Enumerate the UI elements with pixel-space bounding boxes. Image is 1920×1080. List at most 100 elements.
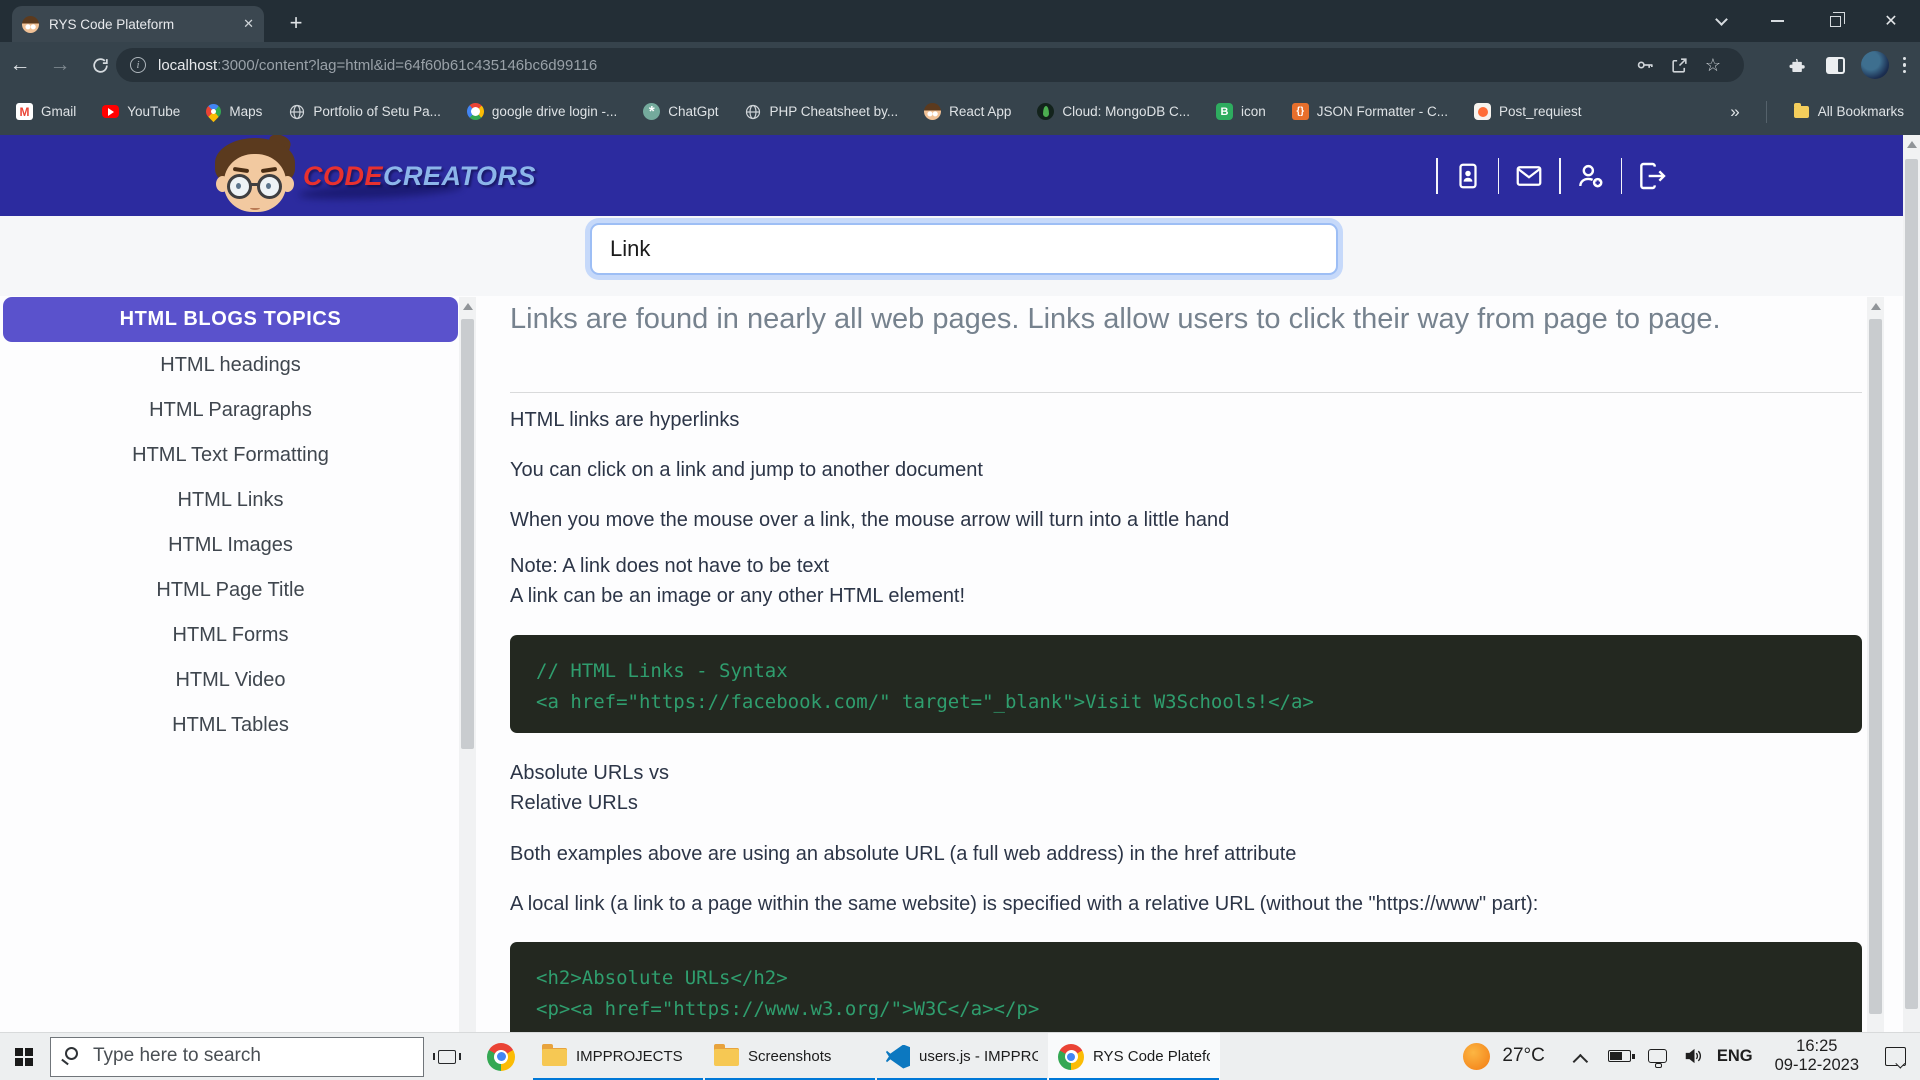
codecreators-logo-icon[interactable] [207, 138, 303, 216]
bookmark-json-formatter[interactable]: {} JSON Formatter - C... [1292, 103, 1448, 120]
new-tab-button[interactable]: + [282, 10, 310, 38]
paragraph-local-link: A local link (a link to a page within th… [510, 889, 1840, 919]
sidebar-scrollbar[interactable] [459, 297, 476, 1032]
paragraph-hyperlinks: HTML links are hyperlinks [510, 405, 1840, 435]
paragraph-absolute-url: Both examples above are using an absolut… [510, 839, 1840, 869]
globe-icon [288, 103, 305, 120]
tab-search-chevron-icon[interactable] [1698, 0, 1744, 42]
browser-tab[interactable]: RYS Code Plateform ✕ [12, 6, 264, 42]
site-logo-text[interactable]: CODECREATORS [303, 161, 536, 192]
window-close-button[interactable]: ✕ [1868, 0, 1914, 42]
reload-button[interactable] [80, 56, 120, 75]
taskbar-chrome-button[interactable] [470, 1033, 532, 1080]
url-path: :3000/content?lag=html&id=64f60b61c43514… [217, 57, 597, 74]
react-face-icon [924, 103, 941, 120]
bookmark-gmail[interactable]: M Gmail [16, 103, 76, 120]
browser-scrollbar[interactable] [1903, 135, 1920, 1032]
code-block-syntax: // HTML Links - Syntax <a href="https://… [510, 635, 1862, 733]
taskbar-tile-rys-code[interactable]: RYS Code Platefor... [1048, 1033, 1220, 1080]
header-separator [1498, 158, 1500, 194]
tab-close-icon[interactable]: ✕ [243, 16, 254, 32]
sidebar-item-html-headings[interactable]: HTML headings [3, 343, 458, 388]
sidebar-item-html-paragraphs[interactable]: HTML Paragraphs [3, 388, 458, 433]
globe-icon [745, 103, 762, 120]
search-icon [65, 1047, 78, 1060]
side-panel-icon[interactable] [1817, 57, 1855, 74]
code-line: <p><a href="https://www.google.com/">Goo… [536, 1025, 1836, 1032]
window-minimize-button[interactable] [1754, 0, 1800, 42]
bookmark-php-cheatsheet[interactable]: PHP Cheatsheet by... [745, 103, 899, 120]
page-body: HTML BLOGS TOPICS HTML headings HTML Par… [0, 295, 1920, 1032]
camera-icon[interactable] [1648, 1049, 1667, 1063]
code-block-absolute-urls: <h2>Absolute URLs</h2> <p><a href="https… [510, 942, 1862, 1032]
tray-chevron-up-icon[interactable] [1572, 1053, 1588, 1069]
bookmark-icon-site[interactable]: B icon [1216, 103, 1266, 120]
forward-button[interactable]: → [40, 53, 80, 77]
sidebar-item-html-video[interactable]: HTML Video [3, 658, 458, 703]
sidebar-item-html-text-formatting[interactable]: HTML Text Formatting [3, 433, 458, 478]
all-bookmarks-button[interactable]: All Bookmarks [1793, 103, 1904, 120]
sidebar-title: HTML BLOGS TOPICS [3, 297, 458, 342]
mail-icon[interactable] [1501, 161, 1557, 191]
site-info-icon[interactable]: i [130, 57, 146, 73]
task-view-button[interactable] [424, 1033, 470, 1080]
site-search-input[interactable] [590, 223, 1338, 275]
sidebar-item-html-links[interactable]: HTML Links [3, 478, 458, 523]
scroll-up-icon[interactable] [1907, 141, 1917, 148]
sidebar-item-html-tables[interactable]: HTML Tables [3, 703, 458, 748]
content-scrollbar[interactable] [1867, 297, 1884, 1032]
header-separator [1621, 158, 1623, 194]
profile-document-icon[interactable] [1440, 161, 1496, 191]
google-icon [467, 103, 484, 120]
header-separator [1436, 158, 1438, 194]
share-icon[interactable] [1662, 56, 1696, 75]
bookmark-youtube[interactable]: YouTube [102, 104, 180, 119]
postman-icon [1474, 103, 1491, 120]
browser-menu-icon[interactable] [1903, 57, 1907, 74]
profile-avatar[interactable] [1861, 51, 1889, 79]
battery-icon[interactable] [1608, 1050, 1631, 1062]
code-line: // HTML Links - Syntax [536, 656, 1836, 687]
start-button[interactable] [0, 1033, 48, 1080]
logout-icon[interactable] [1624, 160, 1680, 192]
code-line: <a href="https://facebook.com/" target="… [536, 687, 1836, 718]
bookmark-chatgpt[interactable]: * ChatGpt [643, 103, 718, 120]
sidebar-item-html-page-title[interactable]: HTML Page Title [3, 568, 458, 613]
paragraph-click-jump: You can click on a link and jump to anot… [510, 455, 1840, 485]
bookmark-portfolio[interactable]: Portfolio of Setu Pa... [288, 103, 441, 120]
bookmark-mongodb[interactable]: Cloud: MongoDB C... [1037, 103, 1190, 120]
bookmarks-overflow-chevron[interactable]: » [1730, 102, 1739, 122]
bookmarks-divider [1766, 101, 1767, 123]
window-restore-button[interactable] [1812, 0, 1858, 42]
taskbar-search[interactable] [50, 1037, 424, 1077]
speaker-icon[interactable] [1683, 1047, 1703, 1065]
taskbar-search-input[interactable] [93, 1038, 413, 1075]
taskbar-tile-screenshots[interactable]: Screenshots [704, 1033, 876, 1080]
taskbar-tile-impprojects[interactable]: IMPPROJECTS [532, 1033, 704, 1080]
taskbar-tile-vscode[interactable]: users.js - IMPPROJE... [876, 1033, 1048, 1080]
back-button[interactable]: ← [0, 53, 40, 77]
bookmark-star-icon[interactable]: ☆ [1696, 55, 1730, 76]
browser-tab-strip: RYS Code Plateform ✕ + ✕ [0, 0, 1920, 42]
scroll-up-icon[interactable] [463, 303, 473, 310]
weather-sun-icon[interactable] [1463, 1043, 1490, 1070]
bookmark-maps[interactable]: Maps [206, 104, 262, 119]
bookmark-google-drive[interactable]: google drive login -... [467, 103, 617, 120]
tab-title: RYS Code Plateform [49, 17, 233, 32]
clock[interactable]: 16:25 09-12-2023 [1775, 1037, 1859, 1075]
bookmark-post-request[interactable]: Post_requiest [1474, 103, 1582, 120]
heading-divider [510, 392, 1862, 393]
action-center-icon[interactable] [1885, 1047, 1906, 1066]
temperature-label[interactable]: 27°C [1502, 1045, 1544, 1067]
sidebar-item-html-images[interactable]: HTML Images [3, 523, 458, 568]
sidebar-item-html-forms[interactable]: HTML Forms [3, 613, 458, 658]
bookmark-react-app[interactable]: React App [924, 103, 1011, 120]
add-user-icon[interactable] [1563, 160, 1619, 192]
address-bar[interactable]: i localhost:3000/content?lag=html&id=64f… [116, 48, 1744, 82]
language-label[interactable]: ENG [1717, 1047, 1753, 1066]
scroll-up-icon[interactable] [1871, 303, 1881, 310]
password-key-icon[interactable] [1628, 55, 1662, 75]
folder-icon [714, 1048, 739, 1066]
gmail-icon: M [16, 103, 33, 120]
extensions-puzzle-icon[interactable] [1779, 56, 1817, 75]
